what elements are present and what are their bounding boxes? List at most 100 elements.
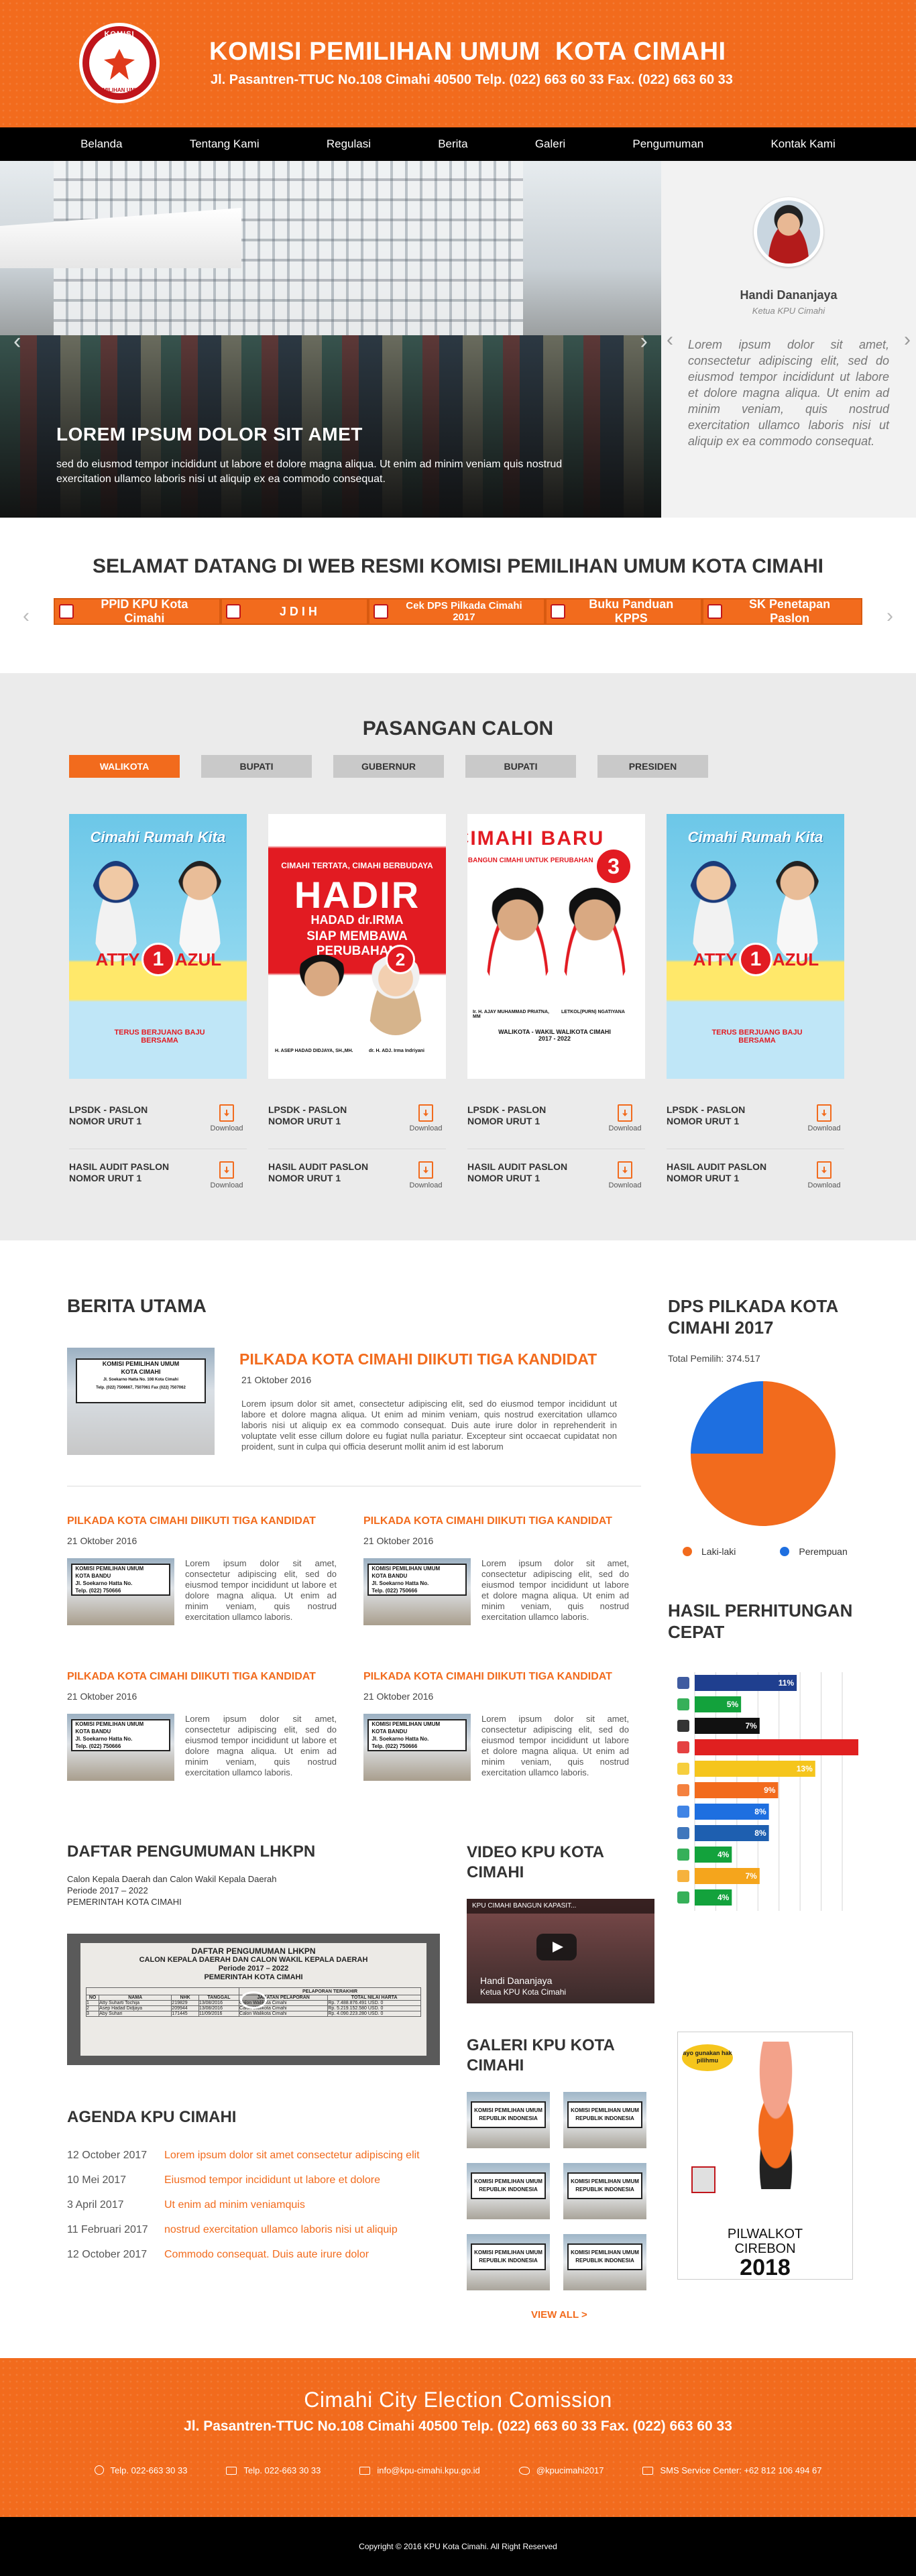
links-prev-icon[interactable]: ‹	[23, 605, 30, 628]
footer-twitter[interactable]: @kpucimahi2017	[518, 2465, 604, 2475]
view-all-link[interactable]: VIEW ALL >	[531, 2309, 587, 2321]
link-label: PPID KPU Kota Cimahi	[101, 597, 188, 625]
sign-text: Telp. (022) 7506667, 7507061 Fax (022) 7…	[96, 1386, 186, 1390]
download-button[interactable]: Download	[605, 1161, 645, 1189]
testimonial-prev-icon[interactable]: ‹	[667, 329, 673, 351]
link-icon	[225, 604, 241, 619]
nav-kontak-kami[interactable]: Kontak Kami	[770, 137, 835, 151]
footer-email[interactable]: info@kpu-cimahi.kpu.go.id	[359, 2465, 480, 2475]
candidate-poster[interactable]: CIMAHI BARU 3 AYO BANGUN CIMAHI UNTUK PE…	[467, 814, 645, 1079]
candidate-poster[interactable]: Cimahi Rumah Kita 1 ATTY AZUL TERUS BERJ…	[69, 814, 247, 1079]
link-buku-panduan[interactable]: Buku Panduan KPPS	[545, 597, 703, 625]
gallery-image[interactable]: KOMISI PEMILIHAN UMUM REPUBLIK INDONESIA	[467, 2163, 550, 2219]
agenda-item[interactable]: 12 October 2017 Lorem ipsum dolor sit ame…	[67, 2150, 443, 2162]
testimonial-next-icon[interactable]: ›	[904, 329, 911, 351]
download-button[interactable]: Download	[207, 1104, 247, 1135]
footer-phone[interactable]: Telp. 022-663 30 33	[94, 2465, 187, 2475]
kpu-logo[interactable]: KOMISI PEMILIHAN UMUM	[79, 23, 160, 103]
play-icon[interactable]	[536, 1934, 577, 1960]
download-button[interactable]: Download	[804, 1161, 844, 1189]
agenda-item[interactable]: 3 April 2017 Ut enim ad minim veniamquis	[67, 2199, 443, 2211]
agenda-text: Eiusmod tempor incididunt ut labore et d…	[164, 2174, 380, 2186]
tab-presiden[interactable]: PRESIDEN	[597, 755, 708, 778]
bar-label: 5%	[727, 1700, 739, 1709]
download-button[interactable]: Download	[406, 1104, 446, 1135]
table-cell: Rp. 5.219.152.580 USD. 0	[327, 2005, 421, 2011]
bar-label: 7%	[745, 1871, 757, 1881]
download-button[interactable]: Download	[207, 1161, 247, 1189]
news-image[interactable]: KOMISI PEMILIHAN UMUM KOTA BANDU Jl. Soeka…	[67, 1714, 174, 1781]
candidate-poster[interactable]: CIMAHI TERTATA, CIMAHI BERBUDAYA HADIR H…	[268, 814, 446, 1079]
hero-slider-image[interactable]: ‹ › LOREM IPSUM DOLOR SIT AMET sed do ei…	[0, 161, 661, 518]
agenda-item[interactable]: 10 Mei 2017 Eiusmod tempor incididunt ut …	[67, 2174, 443, 2186]
news-title[interactable]: PILKADA KOTA CIMAHI DIIKUTI TIGA KANDIDA…	[67, 1671, 316, 1683]
footer-contacts: Telp. 022-663 30 33 Telp. 022-663 30 33 …	[0, 2465, 916, 2475]
link-sk-penetapan[interactable]: SK Penetapan Paslon	[702, 597, 863, 625]
pilwalkot-poster[interactable]: ayo gunakan hak pilihmu PILWALKOT CIREBO…	[677, 2032, 853, 2280]
links-next-icon[interactable]: ›	[886, 605, 893, 628]
news-title[interactable]: PILKADA KOTA CIMAHI DIIKUTI TIGA KANDIDA…	[363, 1515, 612, 1527]
footer-title: Cimahi City Election Comission	[304, 2388, 612, 2412]
candidate-photo	[288, 955, 355, 1035]
tab-bupati-2[interactable]: BUPATI	[465, 755, 576, 778]
sign-text: KOMISI PEMILIHAN UMUM	[474, 2178, 542, 2184]
link-ppid[interactable]: PPID KPU Kota Cimahi	[54, 597, 221, 625]
lpsdk-label: LPSDK - PASLON NOMOR URUT 1	[667, 1104, 746, 1126]
agenda-list: 12 October 2017 Lorem ipsum dolor sit ame…	[67, 2150, 443, 2274]
gallery-image[interactable]: KOMISI PEMILIHAN UMUM REPUBLIK INDONESIA	[467, 2234, 550, 2290]
news-title[interactable]: PILKADA KOTA CIMAHI DIIKUTI TIGA KANDIDA…	[363, 1671, 612, 1683]
download-button[interactable]: Download	[804, 1104, 844, 1135]
featured-news-title[interactable]: PILKADA KOTA CIMAHI DIIKUTI TIGA KANDIDA…	[239, 1350, 597, 1368]
party-logo-icon	[677, 1849, 689, 1861]
sign-text: KOMISI PEMILIHAN UMUM	[371, 1566, 441, 1572]
footer-sms[interactable]: SMS Service Center: +62 812 106 494 67	[642, 2465, 821, 2475]
agenda-date: 10 Mei 2017	[67, 2174, 127, 2186]
candidate-name-right: AZUL	[174, 949, 222, 970]
nav-tentang-kami[interactable]: Tentang Kami	[190, 137, 260, 151]
gallery-image[interactable]: KOMISI PEMILIHAN UMUM REPUBLIK INDONESIA	[563, 2234, 646, 2290]
download-button[interactable]: Download	[406, 1161, 446, 1189]
hero-next-icon[interactable]: ›	[640, 329, 648, 355]
tab-gubernur[interactable]: GUBERNUR	[333, 755, 444, 778]
gallery-image[interactable]: KOMISI PEMILIHAN UMUM REPUBLIK INDONESIA	[467, 2092, 550, 2148]
chairman-avatar	[754, 197, 823, 267]
tab-walikota[interactable]: WALIKOTA	[69, 755, 180, 778]
tab-bupati[interactable]: BUPATI	[201, 755, 312, 778]
news-text: Lorem ipsum dolor sit amet, consectetur …	[481, 1714, 629, 1777]
sign-text: Jl. Soekarno Hatta No.	[371, 1580, 429, 1586]
legend-dot	[683, 1547, 692, 1556]
legend-male: Laki-laki	[683, 1546, 736, 1557]
news-image[interactable]: KOMISI PEMILIHAN UMUM KOTA BANDU Jl. Soeka…	[363, 1558, 471, 1625]
phone-icon	[94, 2465, 104, 2475]
news-image[interactable]: KOMISI PEMILIHAN UMUM KOTA BANDU Jl. Soeka…	[67, 1558, 174, 1625]
agenda-item[interactable]: 12 October 2017 Commodo consequat. Duis a…	[67, 2249, 443, 2261]
nav-regulasi[interactable]: Regulasi	[327, 137, 371, 151]
agenda-item[interactable]: 11 Februari 2017 nostrud exercitation ull…	[67, 2224, 443, 2236]
gallery-image[interactable]: KOMISI PEMILIHAN UMUM REPUBLIK INDONESIA	[563, 2092, 646, 2148]
hero-prev-icon[interactable]: ‹	[13, 329, 21, 355]
twitter-icon	[518, 2467, 530, 2475]
bar-label: 8%	[754, 1807, 766, 1816]
nav-berita[interactable]: Berita	[438, 137, 467, 151]
preview-eye-icon[interactable]	[240, 1991, 267, 2009]
download-button[interactable]: Download	[605, 1104, 645, 1135]
gallery-image[interactable]: KOMISI PEMILIHAN UMUM REPUBLIK INDONESIA	[563, 2163, 646, 2219]
link-cek-dps[interactable]: Cek DPS Pilkada Cimahi 2017	[367, 598, 546, 625]
footer-phone-2[interactable]: Telp. 022-663 30 33	[226, 2465, 321, 2475]
bar	[695, 1739, 858, 1755]
nav-belanda[interactable]: Belanda	[80, 137, 122, 151]
candidate-caption: Ir. H. AJAY MUHAMMAD PRIATNA, MM	[473, 1010, 549, 1019]
poster-headline: HADIR	[294, 874, 420, 916]
lhkpn-document-image[interactable]: DAFTAR PENGUMUMAN LHKPN CALON KEPALA DAE…	[67, 1934, 440, 2065]
quick-links: PPID KPU Kota Cimahi J D I H Cek DPS Pil…	[54, 597, 863, 625]
candidate-photo	[89, 861, 143, 961]
featured-news-image[interactable]: KOMISI PEMILIHAN UMUM KOTA CIMAHI Jl. So…	[67, 1348, 215, 1455]
nav-pengumuman[interactable]: Pengumuman	[632, 137, 703, 151]
news-title[interactable]: PILKADA KOTA CIMAHI DIIKUTI TIGA KANDIDA…	[67, 1515, 316, 1527]
link-jdih[interactable]: J D I H	[220, 598, 368, 625]
link-icon	[59, 604, 74, 619]
nav-galeri[interactable]: Galeri	[535, 137, 565, 151]
candidate-poster[interactable]: Cimahi Rumah Kita 1 ATTY AZUL TERUS BERJ…	[667, 814, 844, 1079]
video-player[interactable]: KPU CIMAHI BANGUN KAPASIT... Handi Danan…	[467, 1899, 654, 2003]
news-image[interactable]: KOMISI PEMILIHAN UMUM KOTA BANDU Jl. Soeka…	[363, 1714, 471, 1781]
